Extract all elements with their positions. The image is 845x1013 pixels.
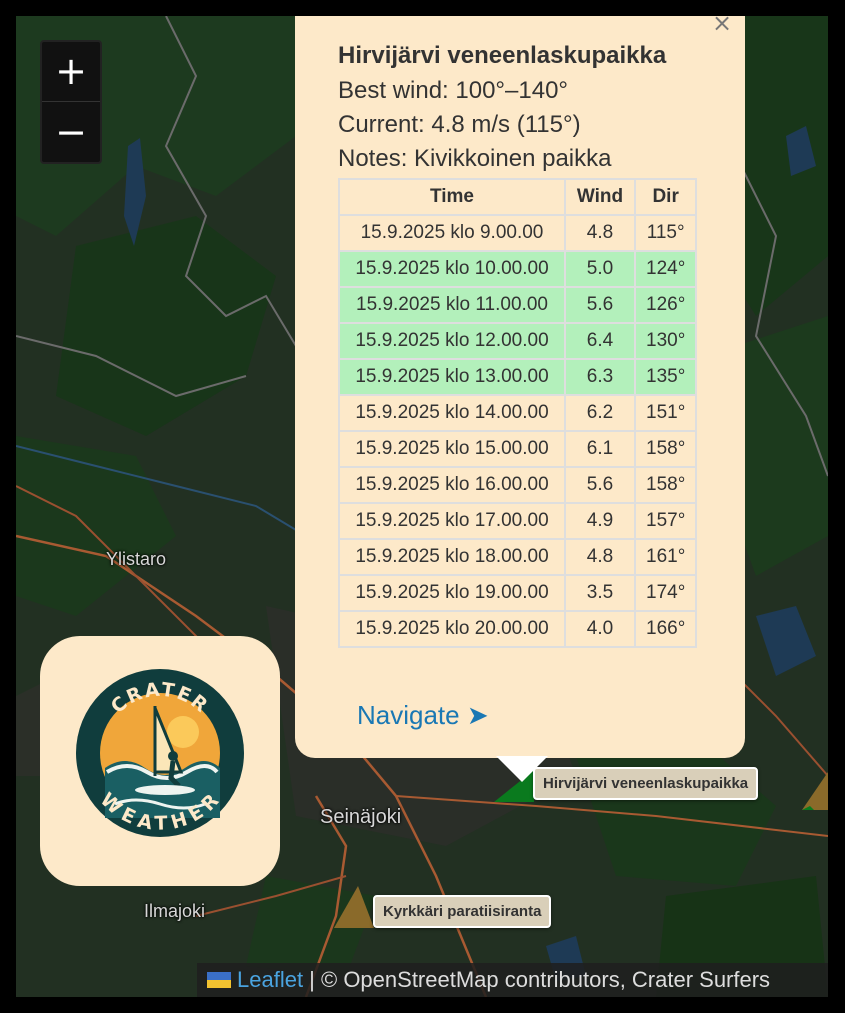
place-label-ylistaro: Ylistaro bbox=[106, 549, 167, 569]
forecast-dir-cell: 174° bbox=[633, 574, 698, 612]
spot-marker-kyrkkari[interactable] bbox=[334, 884, 378, 930]
forecast-dir-cell: 130° bbox=[633, 322, 698, 360]
forecast-time-cell: 15.9.2025 klo 13.00.00 bbox=[338, 358, 566, 396]
forecast-wind-cell: 6.1 bbox=[564, 430, 636, 468]
crater-weather-logo: CRATER WEATHER bbox=[76, 669, 244, 837]
popup-content: Hirvijärvi veneenlaskupaikka Best wind: … bbox=[338, 38, 718, 648]
forecast-time-cell: 15.9.2025 klo 15.00.00 bbox=[338, 430, 566, 468]
forecast-wind-cell: 3.5 bbox=[564, 574, 636, 612]
attribution-text: | © OpenStreetMap contributors, Crater S… bbox=[303, 967, 771, 992]
popup-close-button[interactable]: × bbox=[710, 16, 734, 36]
marker-tooltip-hirvijarvi: Hirvijärvi veneenlaskupaikka bbox=[533, 767, 759, 800]
forecast-row: 15.9.2025 klo 14.00.00 6.2 151° bbox=[338, 394, 698, 432]
forecast-dir-cell: 158° bbox=[633, 466, 698, 504]
forecast-wind-cell: 4.9 bbox=[564, 502, 636, 540]
column-header-dir: Dir bbox=[633, 178, 698, 216]
column-header-time: Time bbox=[338, 178, 566, 216]
forecast-dir-cell: 166° bbox=[633, 610, 698, 648]
forecast-wind-cell: 4.8 bbox=[564, 214, 636, 252]
forecast-table: Time Wind Dir 15.9.2025 klo 9.00.00 4.8 11… bbox=[338, 178, 698, 648]
forecast-header-row: Time Wind Dir bbox=[338, 178, 698, 216]
spot-marker-offscreen[interactable] bbox=[802, 770, 828, 814]
popup-tip bbox=[496, 756, 548, 782]
forecast-row: 15.9.2025 klo 19.00.00 3.5 174° bbox=[338, 574, 698, 612]
best-wind: Best wind: 100°–140° bbox=[338, 77, 569, 104]
forecast-row: 15.9.2025 klo 18.00.00 4.8 161° bbox=[338, 538, 698, 576]
spot-notes: Notes: Kivikkoinen paikka bbox=[338, 145, 612, 172]
forecast-time-cell: 15.9.2025 klo 11.00.00 bbox=[338, 286, 566, 324]
forecast-row: 15.9.2025 klo 13.00.00 6.3 135° bbox=[338, 358, 698, 396]
forecast-time-cell: 15.9.2025 klo 10.00.00 bbox=[338, 250, 566, 288]
column-header-wind: Wind bbox=[564, 178, 636, 216]
popup-title: Hirvijärvi veneenlaskupaikka bbox=[338, 42, 667, 69]
place-label-ilmajoki: Ilmajoki bbox=[144, 901, 206, 921]
forecast-time-cell: 15.9.2025 klo 20.00.00 bbox=[338, 610, 566, 648]
navigate-link[interactable]: Navigate ➤ bbox=[357, 700, 489, 731]
forecast-dir-cell: 135° bbox=[633, 358, 698, 396]
forecast-time-cell: 15.9.2025 klo 18.00.00 bbox=[338, 538, 566, 576]
forecast-wind-cell: 5.6 bbox=[564, 286, 636, 324]
forecast-row: 15.9.2025 klo 12.00.00 6.4 130° bbox=[338, 322, 698, 360]
forecast-rows: 15.9.2025 klo 9.00.00 4.8 115° 15.9.2025 kl… bbox=[338, 214, 698, 648]
forecast-dir-cell: 115° bbox=[633, 214, 698, 252]
current-wind: Current: 4.8 m/s (115°) bbox=[338, 111, 581, 138]
zoom-out-button[interactable]: − bbox=[42, 103, 100, 163]
forecast-dir-cell: 158° bbox=[633, 430, 698, 468]
forecast-row: 15.9.2025 klo 9.00.00 4.8 115° bbox=[338, 214, 698, 252]
zoom-in-button[interactable]: + bbox=[42, 42, 100, 102]
forecast-time-cell: 15.9.2025 klo 19.00.00 bbox=[338, 574, 566, 612]
map-attribution: Leaflet | © OpenStreetMap contributors, … bbox=[197, 963, 828, 997]
forecast-dir-cell: 157° bbox=[633, 502, 698, 540]
forecast-wind-cell: 4.0 bbox=[564, 610, 636, 648]
forecast-row: 15.9.2025 klo 10.00.00 5.0 124° bbox=[338, 250, 698, 288]
ukraine-flag-icon bbox=[207, 972, 231, 988]
forecast-wind-cell: 4.8 bbox=[564, 538, 636, 576]
forecast-dir-cell: 161° bbox=[633, 538, 698, 576]
forecast-time-cell: 15.9.2025 klo 17.00.00 bbox=[338, 502, 566, 540]
forecast-time-cell: 15.9.2025 klo 9.00.00 bbox=[338, 214, 566, 252]
forecast-wind-cell: 6.4 bbox=[564, 322, 636, 360]
map-canvas[interactable]: Ylistaro Seinäjoki Ilmajoki Hirvijärvi v… bbox=[16, 16, 828, 997]
forecast-time-cell: 15.9.2025 klo 16.00.00 bbox=[338, 466, 566, 504]
zoom-control: + − bbox=[40, 40, 102, 164]
leaflet-link[interactable]: Leaflet bbox=[237, 967, 303, 992]
forecast-row: 15.9.2025 klo 20.00.00 4.0 166° bbox=[338, 610, 698, 648]
forecast-dir-cell: 151° bbox=[633, 394, 698, 432]
forecast-row: 15.9.2025 klo 11.00.00 5.6 126° bbox=[338, 286, 698, 324]
forecast-row: 15.9.2025 klo 17.00.00 4.9 157° bbox=[338, 502, 698, 540]
place-label-seinajoki: Seinäjoki bbox=[320, 806, 402, 828]
forecast-dir-cell: 126° bbox=[633, 286, 698, 324]
crater-weather-logo-card: CRATER WEATHER bbox=[40, 636, 280, 886]
forecast-wind-cell: 5.0 bbox=[564, 250, 636, 288]
forecast-wind-cell: 5.6 bbox=[564, 466, 636, 504]
forecast-wind-cell: 6.3 bbox=[564, 358, 636, 396]
marker-tooltip-kyrkkari: Kyrkkäri paratiisiranta bbox=[373, 895, 552, 928]
forecast-time-cell: 15.9.2025 klo 12.00.00 bbox=[338, 322, 566, 360]
forecast-time-cell: 15.9.2025 klo 14.00.00 bbox=[338, 394, 566, 432]
forecast-row: 15.9.2025 klo 15.00.00 6.1 158° bbox=[338, 430, 698, 468]
forecast-row: 15.9.2025 klo 16.00.00 5.6 158° bbox=[338, 466, 698, 504]
map-frame: Ylistaro Seinäjoki Ilmajoki Hirvijärvi v… bbox=[0, 0, 845, 1013]
forecast-wind-cell: 6.2 bbox=[564, 394, 636, 432]
forecast-dir-cell: 124° bbox=[633, 250, 698, 288]
